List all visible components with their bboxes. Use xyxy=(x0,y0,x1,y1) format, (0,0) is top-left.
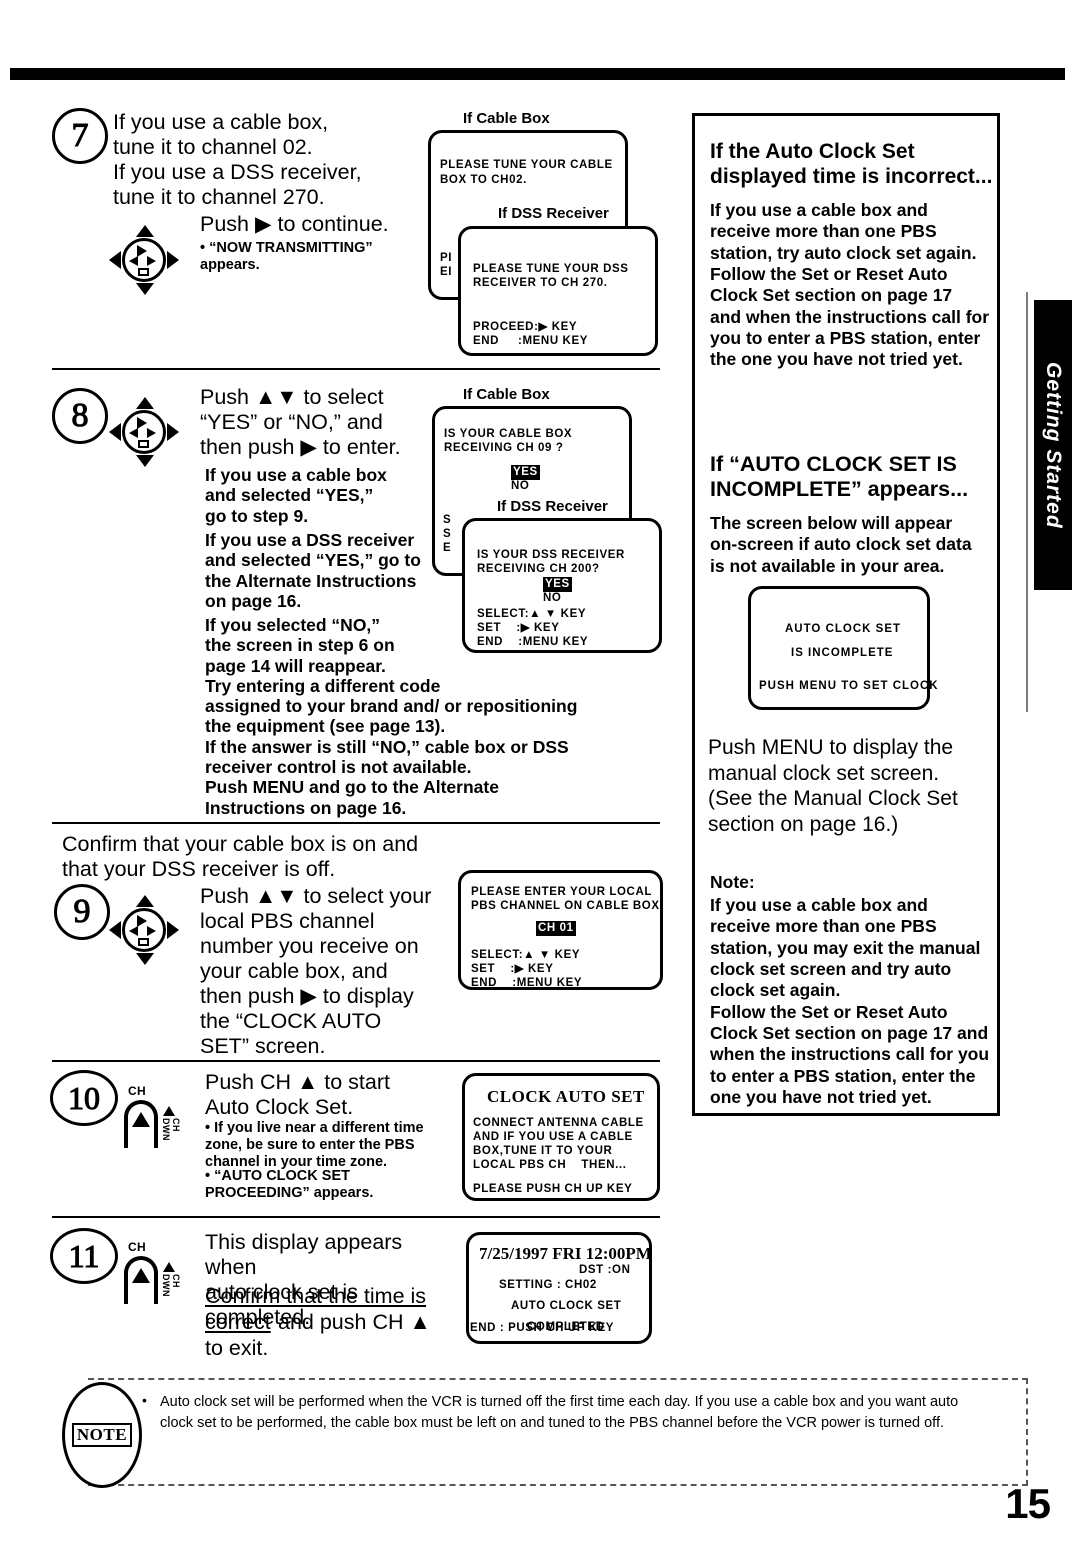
screen-footer-line: PROCEED:▶ KEY xyxy=(473,321,578,333)
screen-line: BOX TO CH02. xyxy=(440,174,527,186)
section-tab-label: Getting Started xyxy=(1042,361,1065,529)
screen-line: PLEASE TUNE YOUR DSS xyxy=(473,263,629,275)
screen-footer-line: END :MENU KEY xyxy=(473,335,588,347)
tv-screen-auto-clock-set-incomplete: AUTO CLOCK SET IS INCOMPLETE PUSH MENU T… xyxy=(748,586,938,710)
ch-up-button-icon: CH CH DWN xyxy=(122,1240,181,1308)
step-8-paragraph-2: If you use a DSS receiver and selected “… xyxy=(205,530,421,611)
step-7-bullet: • “NOW TRANSMITTING” appears. xyxy=(200,240,373,273)
screen-line: RECEIVER TO CH 270. xyxy=(473,277,608,289)
tv-screen-clock-auto-set: CLOCK AUTO SET CONNECT ANTENNA CABLE AND… xyxy=(462,1073,660,1201)
page-number: 15 xyxy=(1005,1480,1051,1527)
step-7-instruction: Push ▶ to continue. xyxy=(200,212,389,236)
separator xyxy=(52,368,660,370)
screen-footer-line: END : PUSH CH UP KEY xyxy=(470,1322,615,1334)
screen-footer-line: END :MENU KEY xyxy=(471,977,583,989)
screen-caption-if-dss-receiver-8: If DSS Receiver xyxy=(497,498,608,515)
ch-up-button-icon: CH CH DWN xyxy=(122,1084,181,1152)
right-panel-1-heading: If the Auto Clock Set displayed time is … xyxy=(710,140,993,188)
screen-line-clipped: EI xyxy=(440,266,453,278)
step-10-bullet-1: • If you live near a different time zone… xyxy=(205,1120,424,1170)
screen-line: AUTO CLOCK SET xyxy=(785,623,902,635)
right-panel-3-note-body: If you use a cable box and receive more … xyxy=(710,895,990,1108)
dpad-icon xyxy=(109,225,179,295)
screen-caption-if-cable-box-8: If Cable Box xyxy=(463,386,550,403)
right-panel-1-body: If you use a cable box and receive more … xyxy=(710,200,990,370)
top-rule xyxy=(10,68,1065,80)
separator xyxy=(52,1060,660,1062)
step-8-number: 8 xyxy=(52,388,108,444)
tv-screen-dss-receiving: IS YOUR DSS RECEIVER RECEIVING CH 200? Y… xyxy=(462,518,662,653)
screen-line: PBS CHANNEL ON CABLE BOX xyxy=(471,900,660,912)
step-11-instruction-plain-2: and push CH ▲ xyxy=(278,1310,431,1334)
screen-caption-if-cable-box-7: If Cable Box xyxy=(463,110,550,127)
screen-field-value: CH 01 xyxy=(536,921,576,937)
page-edge-line xyxy=(1026,292,1028,712)
screen-footer-line: END :MENU KEY xyxy=(477,636,589,648)
screen-caption-if-dss-receiver-7: If DSS Receiver xyxy=(498,205,609,222)
screen-line-clipped: S xyxy=(443,528,452,540)
screen-footer-line: SET :▶ KEY xyxy=(471,963,554,975)
screen-option-selected: YES xyxy=(543,577,572,593)
step-11-instruction-plain-3: to exit. xyxy=(205,1336,269,1360)
screen-footer-line: SET :▶ KEY xyxy=(477,622,560,634)
screen-line: CONNECT ANTENNA CABLE xyxy=(473,1117,644,1129)
step-8-instruction: Push ▲▼ to select “YES” or “NO,” and the… xyxy=(200,385,401,459)
screen-option: NO xyxy=(543,592,562,604)
note-text: Auto clock set will be performed when th… xyxy=(160,1394,959,1432)
screen-line: RECEIVING CH 200? xyxy=(477,563,600,575)
screen-line: PUSH MENU TO SET CLOCK xyxy=(759,680,939,692)
screen-footer-line: PLEASE PUSH CH UP KEY xyxy=(473,1183,633,1195)
separator xyxy=(52,1216,660,1218)
dpad-icon xyxy=(109,895,179,965)
screen-line: LOCAL PBS CH THEN... xyxy=(473,1159,627,1171)
step-9-instruction: Push ▲▼ to select your local PBS channel… xyxy=(200,884,432,1058)
screen-line: PLEASE ENTER YOUR LOCAL xyxy=(471,886,652,898)
screen-line: IS INCOMPLETE xyxy=(791,647,894,659)
screen-line-clipped: PI xyxy=(440,252,453,264)
screen-status-line: AUTO CLOCK SET xyxy=(511,1300,622,1312)
right-panel-3-note-label: Note: xyxy=(710,872,755,892)
dpad-icon xyxy=(109,397,179,467)
step-11-instruction-underline-1: Confirm that the time is xyxy=(205,1284,427,1308)
tv-screen-tune-dss-receiver: PLEASE TUNE YOUR DSS RECEIVER TO CH 270.… xyxy=(458,226,658,356)
right-panel-3-body: Push MENU to display the manual clock se… xyxy=(708,736,958,836)
screen-dst: DST :ON xyxy=(579,1264,631,1276)
screen-title: CLOCK AUTO SET xyxy=(487,1087,645,1106)
step-11-instruction-underline-2: correct xyxy=(205,1310,271,1334)
screen-line: RECEIVING CH 09 ? xyxy=(444,442,564,454)
step-11-number: 11 xyxy=(50,1228,118,1284)
section-tab-getting-started: Getting Started xyxy=(1034,300,1072,590)
note-badge: NOTE xyxy=(62,1382,142,1488)
manual-page: Getting Started 7 If you use a cable box… xyxy=(0,0,1080,1546)
step-7-number: 7 xyxy=(52,108,108,164)
screen-line: AND IF YOU USE A CABLE xyxy=(473,1131,633,1143)
screen-line: IS YOUR DSS RECEIVER xyxy=(477,549,625,561)
step-9-number: 9 xyxy=(54,884,110,940)
screen-setting: SETTING : CH02 xyxy=(499,1279,597,1291)
step-7-heading: If you use a cable box, tune it to chann… xyxy=(113,110,362,209)
screen-footer-line: SELECT:▲ ▼ KEY xyxy=(477,608,587,620)
screen-line: BOX,TUNE IT TO YOUR xyxy=(473,1145,613,1157)
screen-option: NO xyxy=(511,480,530,492)
right-panel-2-heading: If “AUTO CLOCK SET IS INCOMPLETE” appear… xyxy=(710,452,969,502)
step-8-paragraph-1: If you use a cable box and selected “YES… xyxy=(205,465,387,526)
screen-line: IS YOUR CABLE BOX xyxy=(444,428,573,440)
step-10-bullet-2: • “AUTO CLOCK SET PROCEEDING” appears. xyxy=(205,1168,374,1201)
screen-footer-line: SELECT:▲ ▼ KEY xyxy=(471,949,581,961)
note-bullet: • xyxy=(142,1392,147,1408)
separator xyxy=(52,822,660,824)
screen-line-clipped: S xyxy=(443,514,452,526)
note-badge-label: NOTE xyxy=(71,1423,133,1447)
step-9-preamble: Confirm that your cable box is on and th… xyxy=(62,832,419,881)
right-panel-2-body: The screen below will appear on-screen i… xyxy=(710,513,972,576)
step-10-instruction: Push CH ▲ to start Auto Clock Set. xyxy=(205,1070,390,1119)
step-10-number: 10 xyxy=(50,1070,118,1126)
tv-screen-enter-local-pbs: PLEASE ENTER YOUR LOCAL PBS CHANNEL ON C… xyxy=(458,870,663,990)
screen-line-clipped: E xyxy=(443,542,452,554)
screen-option-selected: YES xyxy=(511,465,540,481)
screen-line: PLEASE TUNE YOUR CABLE xyxy=(440,159,613,171)
